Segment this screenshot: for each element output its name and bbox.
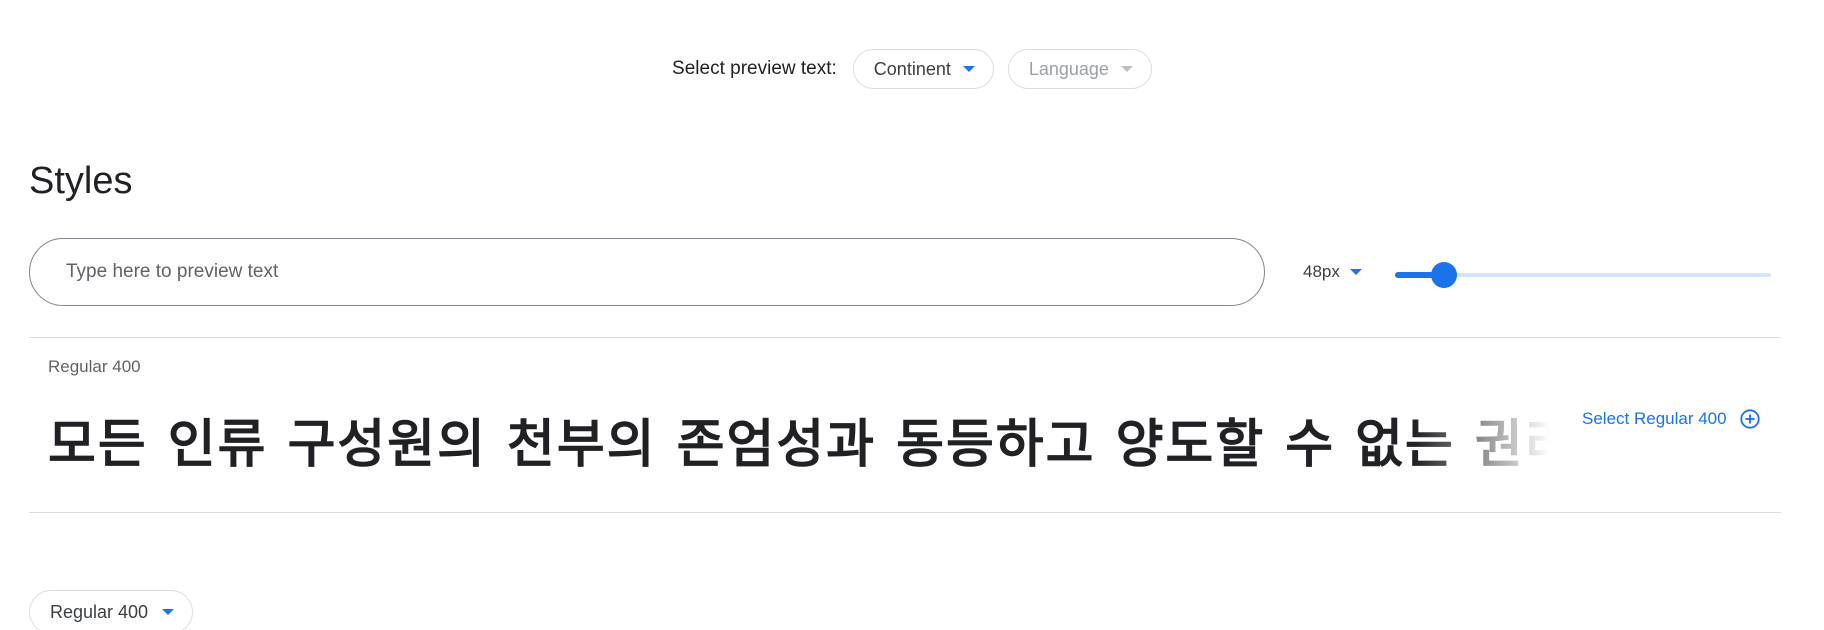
- language-dropdown-label: Language: [1028, 58, 1109, 79]
- style-filter-label: Regular 400: [50, 601, 149, 622]
- add-circle-icon: [1739, 409, 1760, 429]
- caret-down-icon: [1349, 269, 1362, 275]
- style-sample-preview: 모든 인류 구성원의 천부의 존엄성과 동등하고 양도할 수 없는 권리를: [48, 405, 1550, 485]
- preview-text-input[interactable]: [29, 238, 1265, 306]
- language-dropdown[interactable]: Language: [1007, 49, 1152, 89]
- divider: [29, 337, 1781, 338]
- caret-down-icon: [962, 66, 975, 72]
- font-size-slider[interactable]: [1395, 262, 1771, 288]
- style-name-label: Regular 400: [48, 357, 141, 376]
- caret-down-icon: [162, 609, 175, 615]
- styles-heading: Styles: [29, 160, 133, 202]
- continent-dropdown-label: Continent: [873, 58, 951, 79]
- caret-down-icon: [1120, 66, 1133, 72]
- select-style-label: Select Regular 400: [1582, 409, 1727, 428]
- select-style-button[interactable]: Select Regular 400: [1582, 408, 1761, 430]
- style-filter-dropdown[interactable]: Regular 400: [29, 590, 194, 630]
- font-size-dropdown[interactable]: 48px: [1303, 262, 1362, 282]
- sample-text: 모든 인류 구성원의 천부의 존엄성과 동등하고 양도할 수 없는 권리를: [48, 415, 1550, 475]
- preview-text-label: Select preview text:: [672, 58, 837, 79]
- slider-thumb[interactable]: [1431, 262, 1457, 288]
- font-page: Select preview text: Continent Language …: [0, 0, 1824, 630]
- font-size-value: 48px: [1303, 262, 1340, 281]
- continent-dropdown[interactable]: Continent: [852, 49, 994, 89]
- divider: [29, 512, 1781, 513]
- preview-text-selector: Select preview text: Continent Language: [0, 49, 1824, 89]
